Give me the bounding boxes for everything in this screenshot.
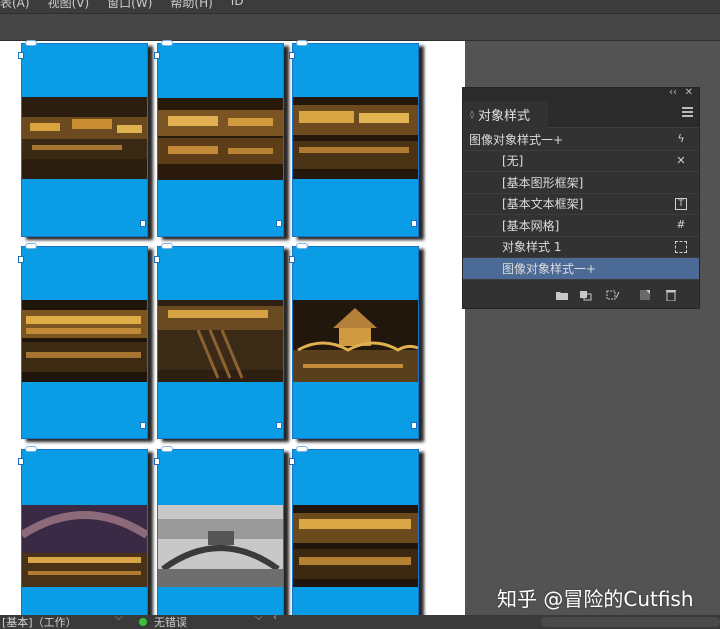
folder-icon[interactable] <box>555 289 569 301</box>
frame-icon <box>675 240 687 253</box>
lightning-icon: ϟ <box>677 132 685 145</box>
link-icon <box>25 446 37 452</box>
scroll-left-icon[interactable]: ‹ <box>273 615 277 623</box>
image-frame[interactable] <box>154 446 284 619</box>
control-bar <box>0 13 720 41</box>
chevron-down-icon[interactable]: ⌵ <box>115 615 123 623</box>
link-icon <box>25 243 37 249</box>
link-icon <box>296 446 308 452</box>
image-frame[interactable] <box>289 40 419 237</box>
document-canvas <box>0 40 470 619</box>
tab-label: 对象样式 <box>477 109 530 124</box>
image-frame[interactable] <box>289 243 419 439</box>
image-frame[interactable] <box>154 243 284 439</box>
image-frame[interactable] <box>18 243 148 439</box>
photo-image <box>22 97 147 179</box>
image-frame[interactable] <box>154 40 284 237</box>
photo-image <box>293 300 418 382</box>
menu-id[interactable]: ID <box>231 0 244 11</box>
photo-image <box>158 505 283 587</box>
horizontal-scrollbar[interactable] <box>541 617 720 627</box>
style-label: [基本图形框架] <box>502 175 584 190</box>
tab-toggle-icon: ◊ <box>470 110 474 119</box>
chevron-down-icon[interactable]: ⌵ <box>255 615 263 623</box>
style-item-image-object-style[interactable]: 图像对象样式一+ <box>463 258 699 280</box>
style-header-current[interactable]: 图像对象样式一+ ϟ <box>463 129 699 151</box>
preflight-status-icon <box>139 618 147 626</box>
menu-table[interactable]: 表(A) <box>0 0 30 11</box>
document-page <box>0 40 465 619</box>
panel-header: ‹‹ ✕ <box>463 87 699 101</box>
panel-menu-icon[interactable] <box>682 107 693 117</box>
link-icon <box>296 243 308 249</box>
text-frame-icon: T <box>675 197 687 210</box>
menu-help[interactable]: 帮助(H) <box>170 0 212 11</box>
style-label: [基本文本框架] <box>502 197 584 212</box>
grid-icon: # <box>676 218 686 231</box>
style-label: [基本网格] <box>502 218 560 233</box>
style-item-object-style-1[interactable]: 对象样式 1 <box>463 237 699 258</box>
style-item-none[interactable]: [无] ✕ <box>463 151 699 172</box>
link-icon <box>161 446 173 452</box>
image-frame[interactable] <box>18 40 148 237</box>
status-bar: [基本]（工作） ⌵ 无错误 ⌵ ‹ <box>0 615 720 629</box>
trash-icon[interactable] <box>664 289 678 301</box>
photo-image <box>293 97 418 179</box>
panel-footer <box>463 284 699 308</box>
preflight-status-text: 无错误 <box>154 616 187 629</box>
page-style-label: [基本]（工作） <box>2 616 77 629</box>
image-frame[interactable] <box>289 446 419 619</box>
clear-overrides-icon: ✕ <box>676 153 686 167</box>
menu-bar: 表(A) 视图(V) 窗口(W) 帮助(H) ID <box>0 0 720 13</box>
link-icon <box>25 40 37 46</box>
style-label: 图像对象样式一+ <box>469 132 564 147</box>
style-label: [无] <box>502 154 524 169</box>
style-item-basic-grid[interactable]: [基本网格] # <box>463 215 699 237</box>
style-item-basic-text-frame[interactable]: [基本文本框架] T <box>463 194 699 215</box>
photo-image <box>22 300 147 382</box>
tab-object-styles[interactable]: ◊ 对象样式 <box>463 101 548 128</box>
new-style-from-selection-icon[interactable] <box>579 289 593 301</box>
image-frame[interactable] <box>18 446 148 619</box>
photo-image <box>158 98 283 180</box>
link-icon <box>161 243 173 249</box>
watermark: 知乎 @冒险的Cutfish <box>497 587 694 611</box>
photo-image <box>293 505 418 587</box>
collapse-icon[interactable]: ‹‹ <box>669 87 677 98</box>
photo-image <box>158 300 283 382</box>
menu-view[interactable]: 视图(V) <box>48 0 90 11</box>
clear-attributes-icon[interactable] <box>606 289 620 301</box>
style-item-basic-graphics-frame[interactable]: [基本图形框架] <box>463 172 699 194</box>
link-icon <box>296 40 308 46</box>
style-label: 对象样式 1 <box>502 240 562 255</box>
style-list: 图像对象样式一+ ϟ [无] ✕ [基本图形框架] [基本文本框架] T [基本… <box>463 129 699 280</box>
style-label: 图像对象样式一+ <box>502 261 597 276</box>
close-icon[interactable]: ✕ <box>685 87 693 98</box>
link-icon <box>161 40 173 46</box>
photo-image <box>22 505 147 587</box>
new-style-icon[interactable] <box>638 289 652 301</box>
object-styles-panel: ‹‹ ✕ ◊ 对象样式 图像对象样式一+ ϟ [无] ✕ [基本图形框架] [基… <box>462 87 700 309</box>
menu-window[interactable]: 窗口(W) <box>107 0 152 11</box>
